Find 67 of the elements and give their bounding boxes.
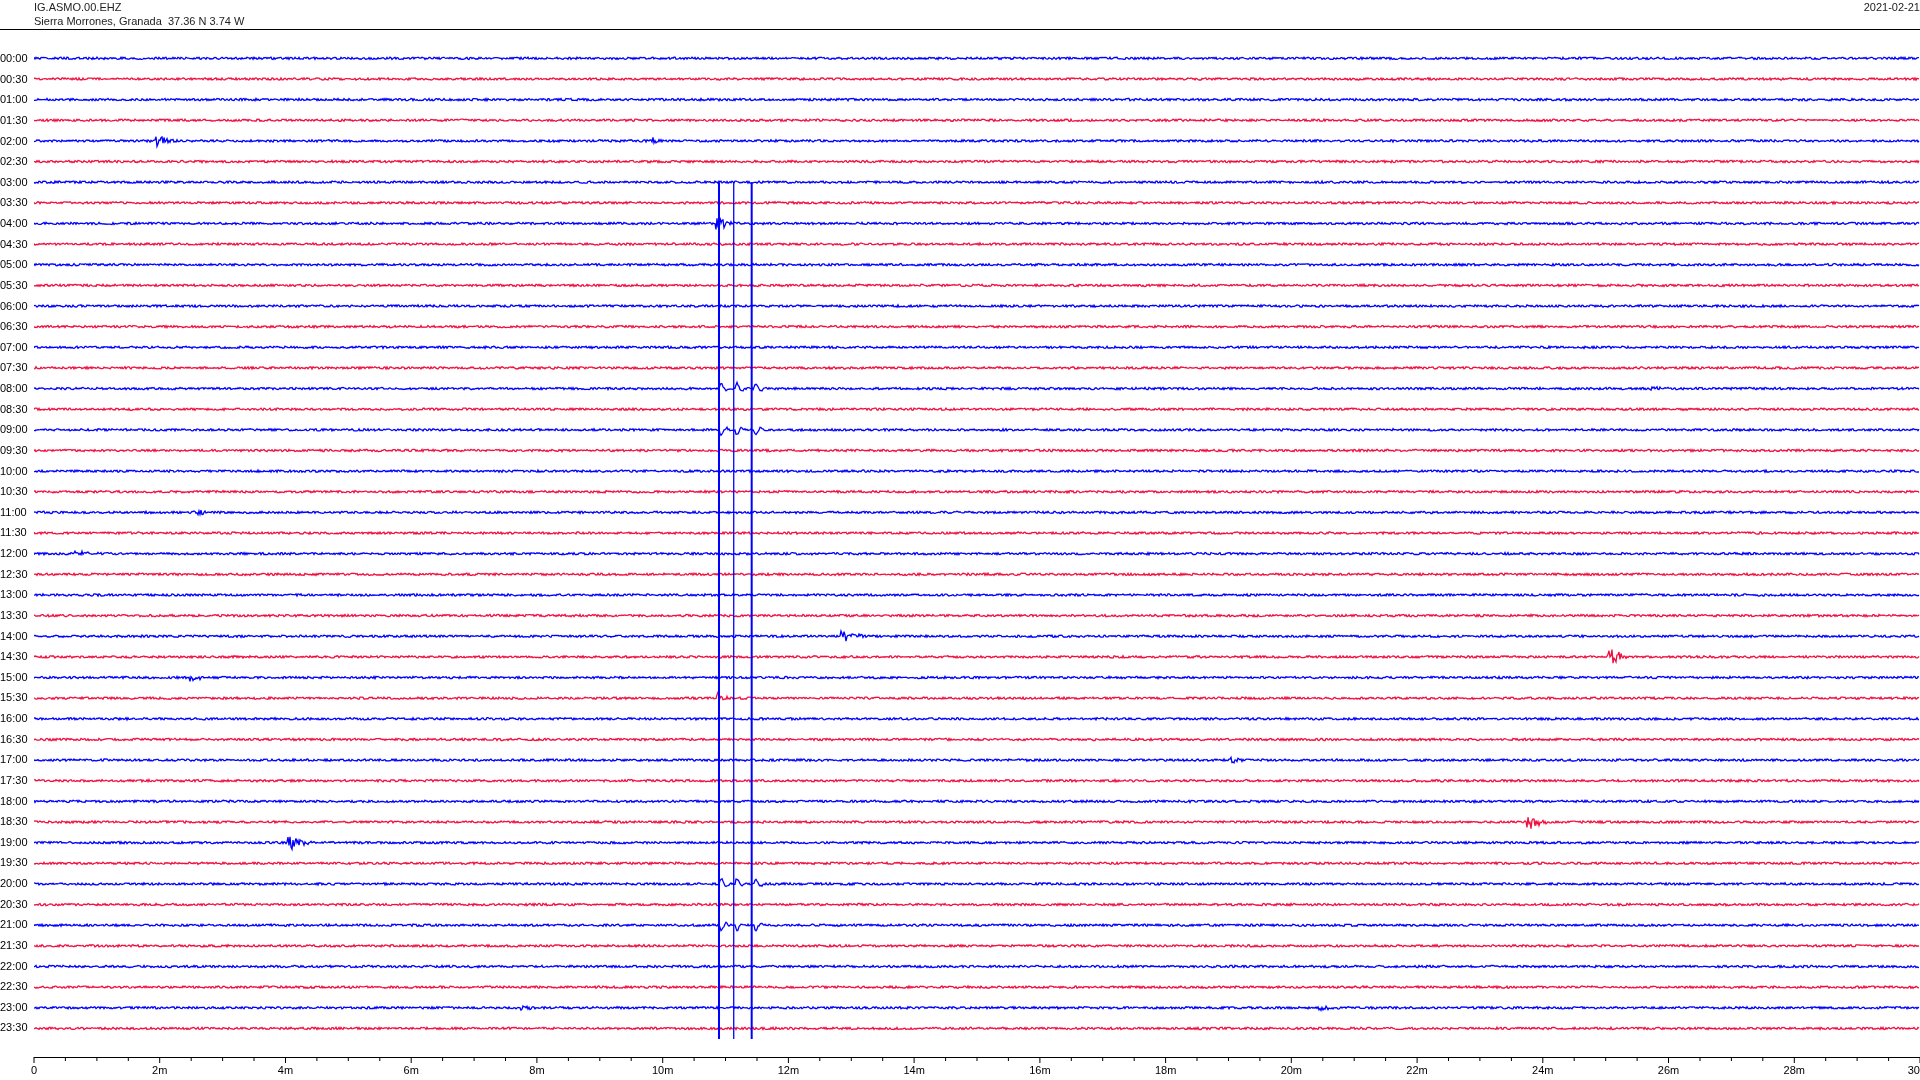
time-label: 13:30 bbox=[0, 607, 29, 623]
axis-label: 26m bbox=[1657, 1064, 1680, 1076]
time-label: 17:30 bbox=[0, 772, 29, 788]
time-label: 01:30 bbox=[0, 112, 29, 128]
time-label: 05:30 bbox=[0, 277, 29, 293]
time-label: 11:00 bbox=[0, 504, 28, 520]
time-label: 10:30 bbox=[0, 484, 29, 500]
time-label: 15:30 bbox=[0, 690, 29, 706]
time-label: 08:30 bbox=[0, 401, 29, 417]
time-label: 11:30 bbox=[0, 525, 28, 541]
axis-label: 16m bbox=[1029, 1064, 1051, 1076]
time-label: 09:00 bbox=[0, 422, 29, 438]
axis-label: 8m bbox=[529, 1064, 545, 1076]
time-label: 23:00 bbox=[0, 999, 29, 1015]
time-label: 21:30 bbox=[0, 937, 29, 953]
time-label: 04:00 bbox=[0, 216, 29, 231]
time-label: 22:00 bbox=[0, 958, 29, 974]
time-label: 20:00 bbox=[0, 876, 29, 891]
time-label: 21:00 bbox=[0, 917, 29, 933]
date-label: 2021-02-21 bbox=[1863, 0, 1920, 15]
time-label: 07:00 bbox=[0, 339, 29, 355]
time-label: 12:30 bbox=[0, 566, 29, 582]
time-label: 22:30 bbox=[0, 979, 29, 995]
time-label: 18:00 bbox=[0, 793, 29, 809]
time-label: 09:30 bbox=[0, 442, 29, 458]
time-label: 06:30 bbox=[0, 319, 29, 335]
axis-label: 0 bbox=[30, 1064, 38, 1076]
time-label: 13:00 bbox=[0, 587, 29, 603]
station-location: Sierra Morrones, Granada 37.36 N 3.74 W bbox=[34, 14, 245, 28]
time-label: 02:30 bbox=[0, 154, 29, 170]
axis-label: 22m bbox=[1406, 1064, 1428, 1076]
time-label: 05:00 bbox=[0, 257, 29, 273]
time-label: 12:00 bbox=[0, 546, 29, 561]
time-label: 00:30 bbox=[0, 71, 29, 87]
time-label: 02:00 bbox=[0, 133, 29, 149]
axis-label: 28m bbox=[1783, 1064, 1805, 1076]
time-label: 17:00 bbox=[0, 752, 29, 768]
time-label: 00:00 bbox=[0, 51, 29, 66]
time-label: 14:00 bbox=[0, 628, 29, 644]
axis-label: 6m bbox=[403, 1064, 419, 1076]
axis-label: 10m bbox=[651, 1064, 674, 1076]
axis-label: 12m bbox=[777, 1064, 800, 1076]
time-label: 16:00 bbox=[0, 711, 29, 726]
axis-label: 14m bbox=[903, 1064, 925, 1076]
axis-label: 20m bbox=[1280, 1064, 1303, 1076]
time-label: 16:30 bbox=[0, 731, 29, 747]
axis-label: 4m bbox=[277, 1064, 294, 1076]
time-label: 03:00 bbox=[0, 174, 29, 190]
time-label: 03:30 bbox=[0, 195, 29, 211]
time-label: 10:00 bbox=[0, 463, 29, 479]
time-label: 23:30 bbox=[0, 1020, 29, 1036]
axis-label: 18m bbox=[1154, 1064, 1177, 1076]
time-label: 08:00 bbox=[0, 381, 29, 396]
time-label: 14:30 bbox=[0, 649, 29, 665]
time-label: 07:30 bbox=[0, 360, 29, 376]
time-label: 18:30 bbox=[0, 814, 29, 830]
time-label: 01:00 bbox=[0, 92, 29, 108]
axis-label: 24m bbox=[1532, 1064, 1554, 1076]
time-label: 19:00 bbox=[0, 834, 29, 850]
time-label: 04:30 bbox=[0, 236, 29, 252]
station-code: IG.ASMO.00.EHZ bbox=[34, 0, 123, 14]
time-label: 06:00 bbox=[0, 298, 29, 314]
time-label: 20:30 bbox=[0, 896, 29, 912]
time-label: 15:00 bbox=[0, 669, 29, 685]
axis-label: 30 bbox=[1907, 1064, 1920, 1076]
axis-label: 2m bbox=[152, 1064, 168, 1076]
time-label: 19:30 bbox=[0, 855, 29, 871]
